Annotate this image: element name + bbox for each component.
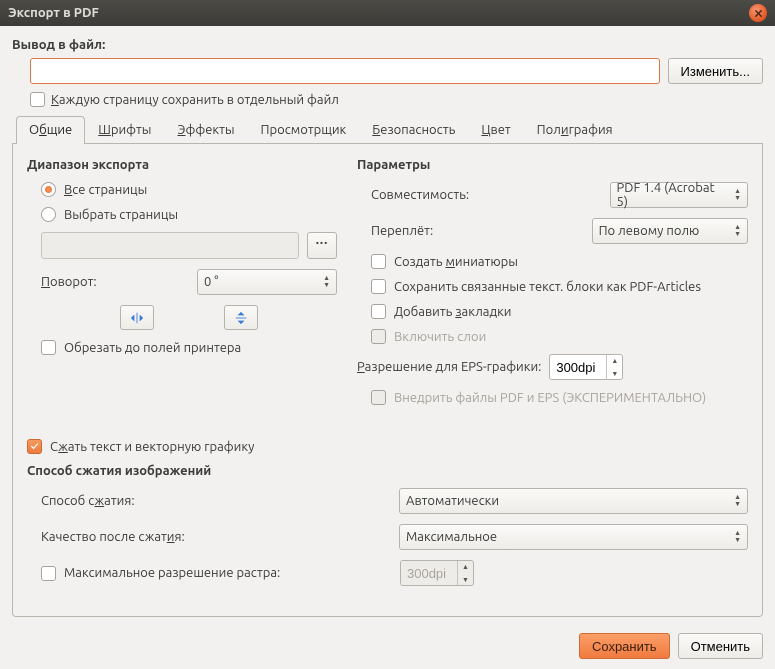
embed-pdfeps-label: Внедрить файлы PDF и EPS (ЭКСПЕРИМЕНТАЛЬ…	[394, 391, 706, 405]
save-each-page-checkbox[interactable]	[30, 92, 45, 107]
textframes-label: Сохранить связанные текст. блоки как PDF…	[394, 280, 701, 294]
layers-checkbox	[371, 329, 386, 344]
thumbnails-checkbox[interactable]	[371, 254, 386, 269]
save-button[interactable]: Сохранить	[579, 633, 670, 659]
max-res-checkbox[interactable]	[41, 566, 56, 581]
tab-prepress[interactable]: Полиграфия	[524, 116, 626, 144]
params-title: Параметры	[357, 158, 748, 172]
tab-color[interactable]: Цвет	[468, 116, 523, 144]
tab-bar: Общие Шрифты Эффекты Просмотрщик Безопас…	[12, 115, 763, 144]
embed-pdfeps-checkbox	[371, 390, 386, 405]
bookmarks-checkbox[interactable]	[371, 304, 386, 319]
page-range-ellipsis-button[interactable]: ...	[307, 232, 337, 259]
textframes-checkbox[interactable]	[371, 279, 386, 294]
compat-combo[interactable]: PDF 1.4 (Acrobat 5) ▲▼	[610, 182, 748, 208]
page-range-input[interactable]	[41, 232, 299, 259]
compress-method-label: Способ сжатия:	[41, 494, 391, 508]
compat-label: Совместимость:	[371, 188, 469, 202]
spin-down-icon: ▼	[607, 368, 622, 380]
compress-text-vector-checkbox[interactable]	[27, 439, 42, 454]
change-button[interactable]: Изменить...	[668, 58, 763, 84]
binding-label: Переплёт:	[371, 224, 433, 238]
tab-viewer[interactable]: Просмотрщик	[248, 116, 360, 144]
all-pages-label: Все страницы	[64, 183, 147, 197]
spin-up-icon: ▲	[607, 355, 622, 368]
titlebar: Экспорт в PDF	[0, 0, 775, 26]
range-title: Диапазон экспорта	[27, 158, 337, 172]
layers-label: Включить слои	[394, 330, 486, 344]
bookmarks-label: Добавить закладки	[394, 305, 512, 319]
compress-text-vector-label: Сжать текст и векторную графику	[50, 440, 254, 454]
mirror-horizontal-button[interactable]	[120, 305, 154, 330]
cancel-button[interactable]: Отменить	[678, 633, 763, 659]
tab-general[interactable]: Общие	[16, 116, 85, 144]
dialog-footer: Сохранить Отменить	[0, 625, 775, 669]
tab-security[interactable]: Безопасность	[359, 116, 468, 144]
output-file-input[interactable]	[30, 58, 660, 84]
choose-pages-radio[interactable]	[41, 207, 56, 222]
all-pages-radio[interactable]	[41, 182, 56, 197]
image-compress-title: Способ сжатия изображений	[27, 464, 748, 478]
crop-label: Обрезать до полей принтера	[64, 341, 241, 355]
compress-method-combo[interactable]: Автоматически ▲▼	[399, 488, 748, 514]
eps-res-spin[interactable]: ▲▼	[549, 354, 623, 380]
crop-checkbox[interactable]	[41, 340, 56, 355]
binding-combo[interactable]: По левому полю ▲▼	[592, 218, 748, 244]
compress-quality-combo[interactable]: Максимальное ▲▼	[399, 524, 748, 550]
eps-res-label: Разрешение для EPS-графики:	[357, 360, 541, 374]
compress-quality-label: Качество после сжатия:	[41, 530, 391, 544]
window-title: Экспорт в PDF	[8, 6, 749, 20]
eps-res-input[interactable]	[550, 355, 606, 379]
tab-effects[interactable]: Эффекты	[164, 116, 247, 144]
rotation-combo[interactable]: 0 ° ▲▼	[197, 269, 337, 295]
max-res-label: Максимальное разрешение растра:	[64, 566, 392, 580]
mirror-vertical-button[interactable]	[224, 305, 258, 330]
tab-pane-general: Диапазон экспорта Все страницы Выбрать с…	[12, 144, 763, 617]
save-each-page-label: Каждую страницу сохранить в отдельный фа…	[51, 93, 339, 107]
choose-pages-label: Выбрать страницы	[64, 208, 178, 222]
close-icon[interactable]	[749, 4, 767, 22]
output-label: Вывод в файл:	[12, 38, 763, 52]
tab-fonts[interactable]: Шрифты	[85, 116, 164, 144]
rotation-label: Поворот:	[41, 275, 97, 289]
max-res-spin: ▲▼	[400, 560, 474, 586]
max-res-input	[401, 561, 457, 585]
thumbnails-label: Создать миниатюры	[394, 255, 518, 269]
